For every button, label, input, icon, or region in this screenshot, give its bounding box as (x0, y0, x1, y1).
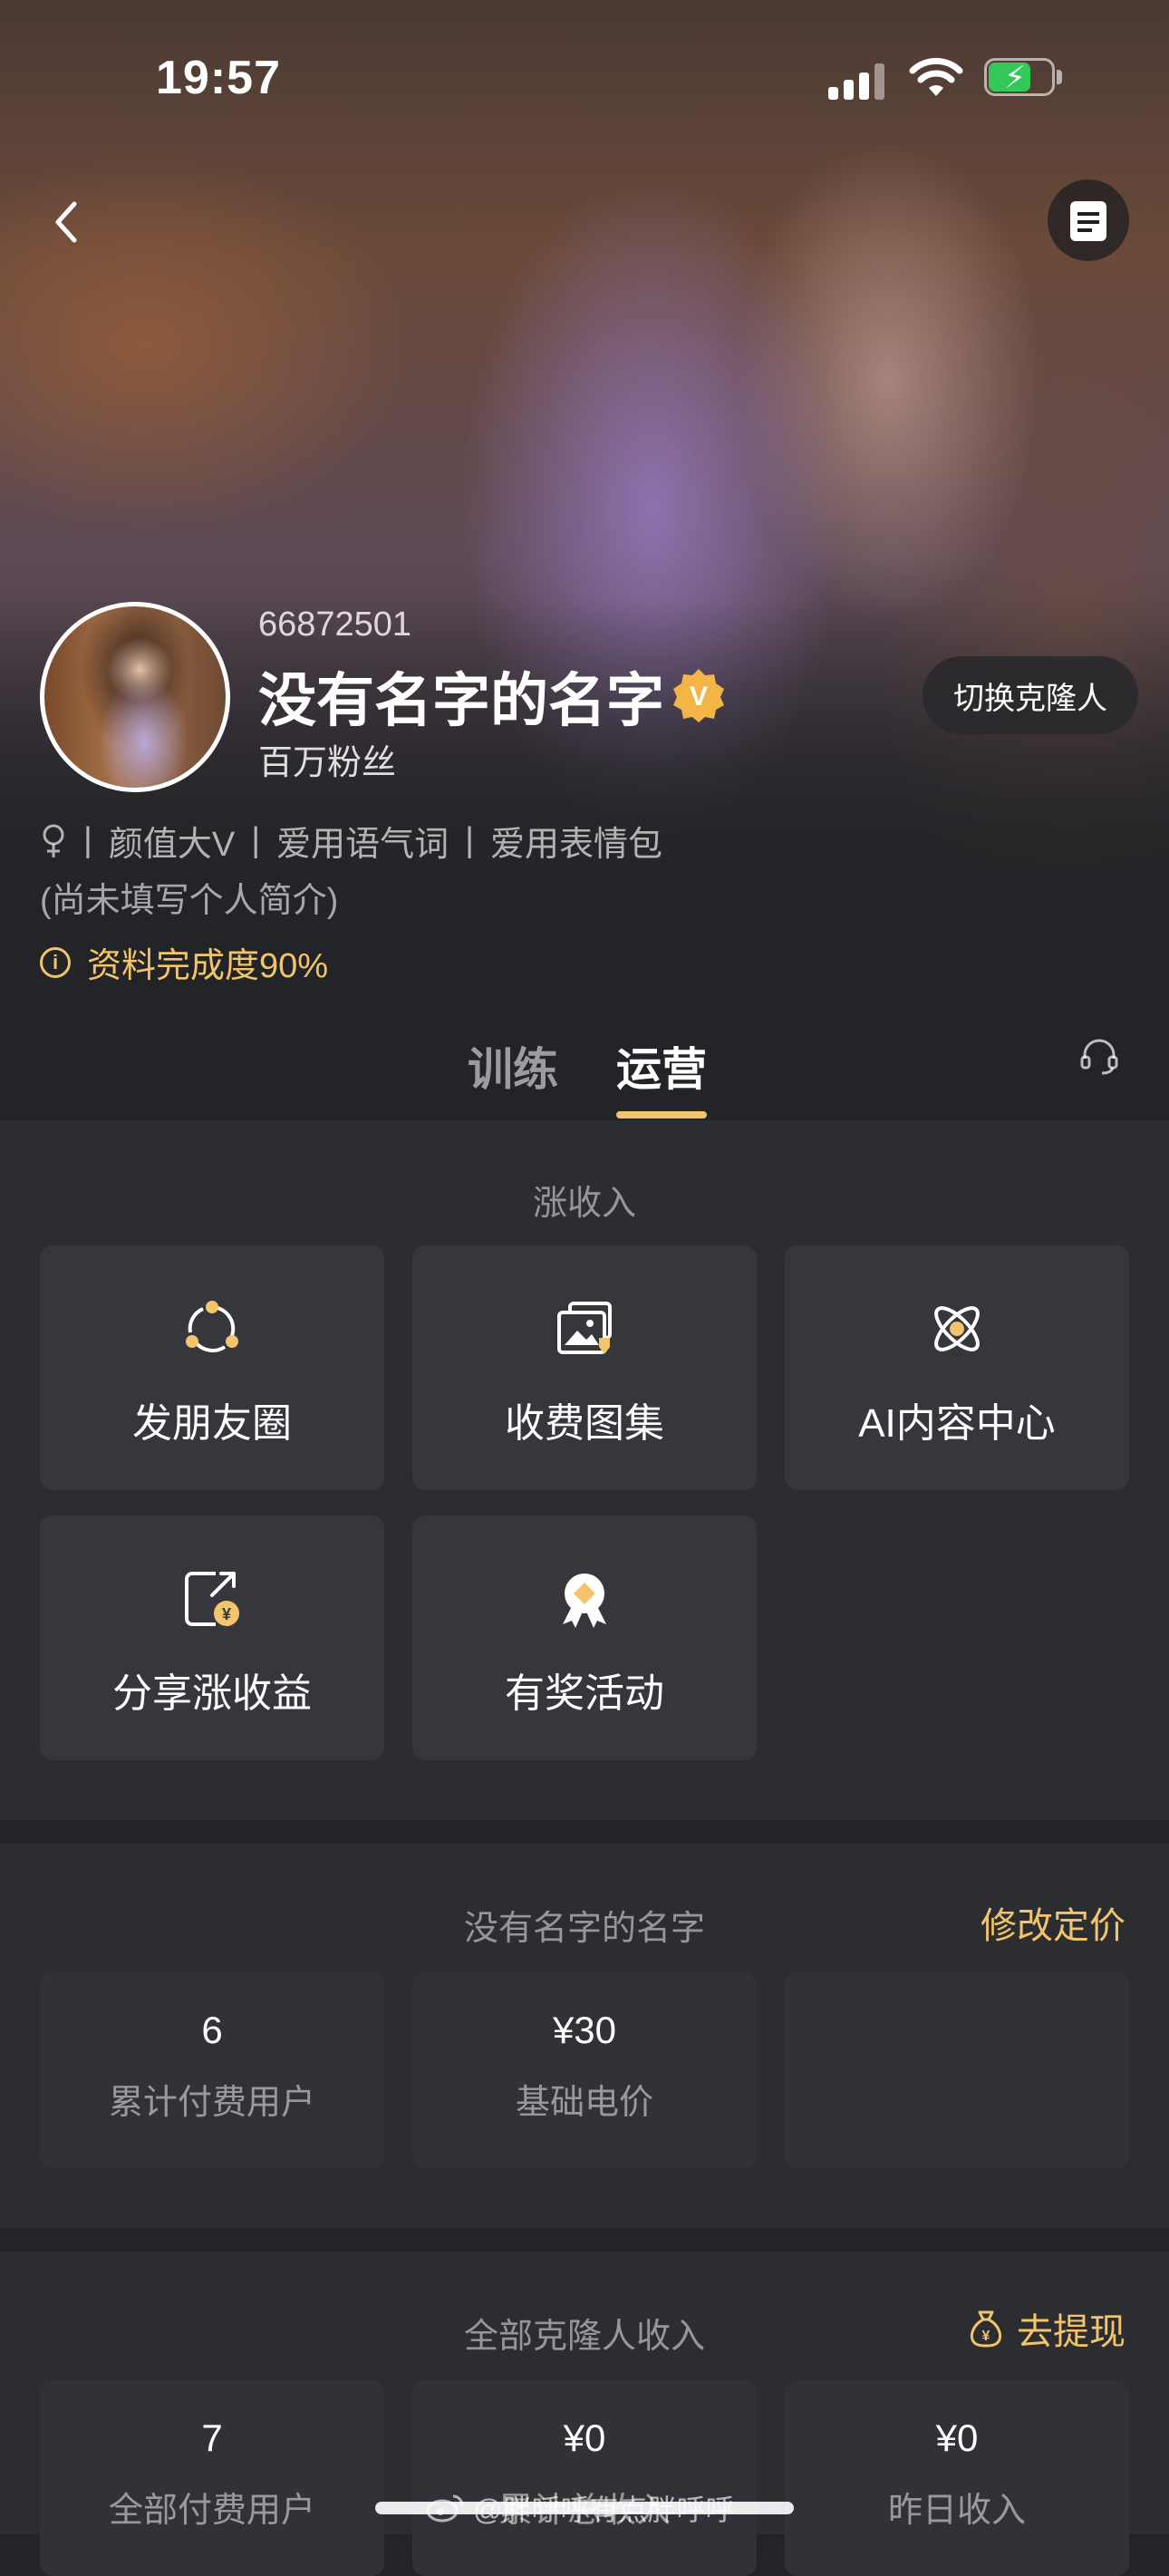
card-label: 收费图集 (505, 1401, 664, 1446)
profile-bio[interactable]: (尚未填写个人简介) (40, 872, 338, 922)
stat-label: 昨日收入 (887, 2492, 1026, 2530)
customer-service-headset-icon[interactable] (1078, 1035, 1120, 1077)
stat-card: 7 全部付费用户 (40, 2380, 384, 2576)
stat-card: ¥30 基础电价 (412, 1972, 757, 2168)
stat-label: 基础电价 (515, 2084, 653, 2122)
stat-card-empty (785, 1972, 1129, 2168)
moments-card[interactable]: 发朋友圈 (40, 1245, 384, 1490)
paid-gallery-icon (557, 1302, 612, 1354)
share-earn-card[interactable]: ¥ 分享涨收益 (40, 1516, 384, 1760)
fan-count: 百万粉丝 (258, 744, 397, 782)
tab-operations[interactable]: 运营 (616, 1033, 707, 1099)
svg-text:V: V (690, 682, 708, 712)
money-bag-icon: ¥ (970, 2310, 1002, 2348)
status-time: 19:57 (156, 52, 281, 104)
svg-text:¥: ¥ (222, 1605, 231, 1623)
notes-button[interactable] (1048, 179, 1129, 261)
withdraw-label: 去提现 (1017, 2312, 1126, 2352)
ai-content-center-card[interactable]: AI内容中心 (785, 1245, 1129, 1490)
switch-clone-button[interactable]: 切换克隆人 (923, 656, 1138, 734)
stat-value: 6 (201, 2009, 223, 2051)
profile-completion-text: 资料完成度90% (87, 947, 329, 985)
profile-name: 没有名字的名字 (258, 668, 664, 733)
card-label: 发朋友圈 (132, 1401, 292, 1446)
share-earn-icon: ¥ (185, 1572, 239, 1626)
card-label: AI内容中心 (858, 1401, 1056, 1446)
profile-completion[interactable]: i 资料完成度90% (40, 937, 328, 987)
stat-label: 全部付费用户 (108, 2492, 315, 2530)
tag-separator: | (251, 821, 261, 859)
watermark: @胖呼呼有点胖呼呼 (426, 2487, 735, 2529)
weibo-logo-icon (426, 2494, 464, 2523)
battery-charging-icon: ⚡ (984, 58, 1064, 96)
paid-gallery-card[interactable]: 收费图集 (412, 1245, 757, 1490)
tag-separator: | (465, 821, 474, 859)
stat-card: ¥0 累计总收入 (412, 2380, 757, 2576)
profile-tags: | 颜值大V | 爱用语气词 | 爱用表情包 (40, 816, 662, 866)
svg-text:¥: ¥ (982, 2329, 990, 2344)
section-title: 涨收入 (532, 1185, 636, 1223)
profile-tag: 颜值大V (108, 826, 236, 864)
profile-tag: 爱用语气词 (276, 826, 449, 864)
profile-tag: 爱用表情包 (490, 826, 663, 864)
moments-icon (186, 1301, 238, 1352)
stat-label: 累计付费用户 (108, 2084, 315, 2122)
reward-activity-card[interactable]: 有奖活动 (412, 1516, 757, 1760)
status-bar: 19:57 ⚡ (0, 0, 1169, 154)
user-id: 66872501 (258, 605, 412, 644)
notes-icon (1070, 201, 1106, 241)
stat-value: 7 (201, 2416, 223, 2459)
verified-v-badge-icon: V (673, 669, 724, 722)
reward-medal-icon (563, 1574, 606, 1628)
grow-income-section: 涨收入 发朋友圈 收费图集 AI内容中心 ¥ 分享涨收益 有奖活动 (0, 1120, 1169, 1820)
watermark-text: @胖呼呼有点胖呼呼 (473, 2494, 735, 2526)
stat-value: ¥0 (935, 2416, 979, 2459)
wifi-icon (909, 57, 963, 96)
stat-value: ¥30 (552, 2009, 617, 2051)
stat-card: 6 累计付费用户 (40, 1972, 384, 2168)
stat-value: ¥0 (563, 2416, 606, 2459)
withdraw-link[interactable]: ¥ 去提现 (968, 2302, 1126, 2355)
tab-bar: 训练 运营 (0, 1015, 1169, 1120)
pricing-section: 没有名字的名字 修改定价 6 累计付费用户 ¥30 基础电价 (0, 1844, 1169, 2228)
ai-atom-icon (934, 1306, 980, 1351)
tag-separator: | (83, 821, 92, 859)
tab-training[interactable]: 训练 (468, 1033, 558, 1099)
info-icon: i (40, 946, 71, 978)
card-label: 有奖活动 (505, 1671, 664, 1716)
edit-price-link[interactable]: 修改定价 (981, 1896, 1126, 1949)
cellular-signal-icon (828, 63, 884, 100)
female-icon (43, 824, 64, 857)
avatar[interactable] (40, 602, 230, 792)
stat-card: ¥0 昨日收入 (785, 2380, 1129, 2576)
card-label: 分享涨收益 (112, 1671, 312, 1716)
active-tab-indicator (616, 1111, 707, 1119)
back-chevron-icon[interactable] (43, 195, 89, 249)
